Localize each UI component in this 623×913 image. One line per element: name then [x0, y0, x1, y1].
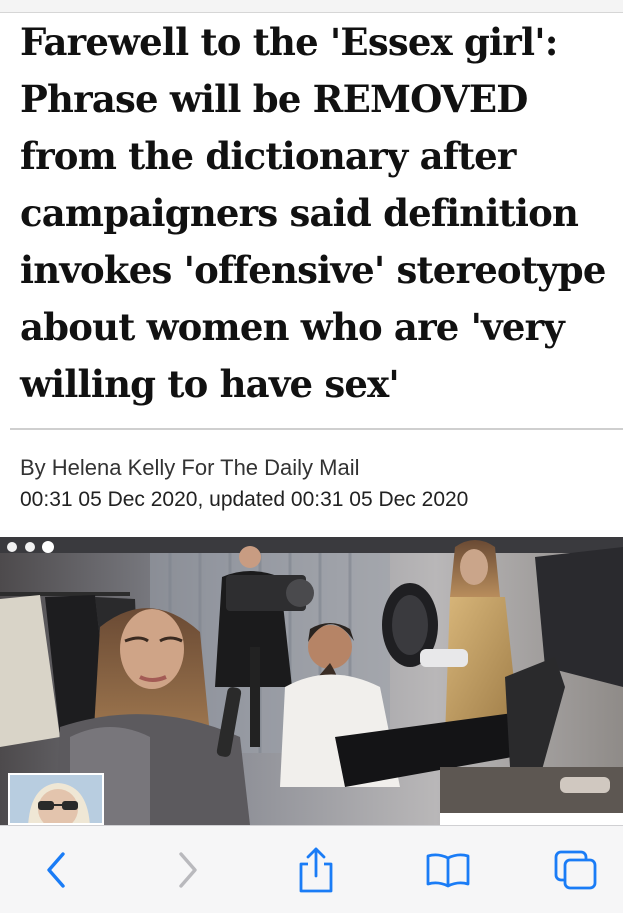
- thumbnail-illustration: [10, 775, 102, 823]
- tabs-icon: [554, 850, 597, 890]
- headline-divider: [10, 428, 623, 430]
- forward-button[interactable]: [160, 844, 216, 896]
- thumbnail-image[interactable]: [8, 773, 104, 825]
- article-dateline: 00:31 05 Dec 2020, updated 00:31 05 Dec …: [20, 488, 469, 511]
- share-button[interactable]: [288, 844, 344, 896]
- bookmarks-icon: [426, 853, 470, 888]
- forward-chevron-icon: [179, 852, 197, 888]
- top-edge: [0, 0, 623, 13]
- back-button[interactable]: [28, 844, 84, 896]
- browser-toolbar: [0, 825, 623, 913]
- article-headline: Farewell to the 'Essex girl': Phrase wil…: [20, 20, 606, 406]
- share-icon: [299, 847, 333, 893]
- article-byline[interactable]: By Helena Kelly For The Daily Mail: [20, 454, 360, 482]
- bookmarks-button[interactable]: [420, 844, 476, 896]
- back-chevron-icon: [47, 852, 65, 888]
- tabs-button[interactable]: [548, 844, 604, 896]
